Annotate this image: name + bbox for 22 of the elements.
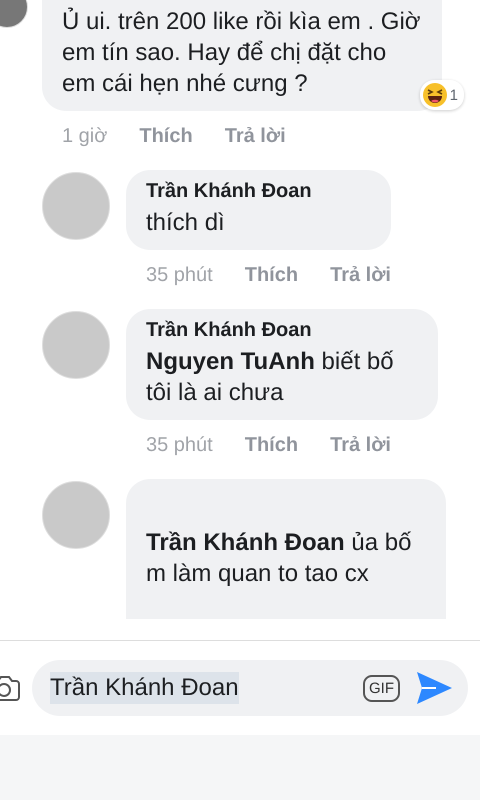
- laughing-emoji-icon: [422, 82, 448, 108]
- author-name[interactable]: Trần Khánh Đoan: [146, 319, 418, 342]
- like-link[interactable]: Thích: [244, 434, 298, 457]
- comment-time: 35 phút: [146, 264, 213, 287]
- comment-text: Nguyen TuAnh biết bố tôi là ai chưa: [146, 347, 395, 408]
- reply-link[interactable]: Trả lời: [330, 264, 391, 287]
- comment-text: thích dì: [146, 208, 226, 238]
- comment-time: 35 phút: [146, 434, 213, 457]
- comment-text: Trần Khánh Đoan ủa bố m làm quan to tao cx: [146, 528, 412, 589]
- reply-link[interactable]: Trả lời: [330, 434, 391, 457]
- camera-icon[interactable]: [0, 673, 22, 703]
- author-name[interactable]: Trần Khánh Đoan: [146, 180, 371, 203]
- reply-link[interactable]: Trả lời: [224, 125, 286, 148]
- like-link[interactable]: Thích: [244, 264, 298, 287]
- comment-time: 1 giờ: [62, 125, 108, 148]
- reaction-badge[interactable]: 1: [420, 80, 464, 110]
- gif-button[interactable]: GIF: [363, 674, 400, 702]
- like-link[interactable]: Thích: [139, 125, 193, 148]
- send-icon[interactable]: [414, 670, 454, 706]
- reaction-count: 1: [450, 86, 458, 104]
- comment-input-field[interactable]: Trần Khánh Đoan GIF: [32, 660, 468, 716]
- comment-text: Ủ ui. trên 200 like rồi kìa em . Giờ em tín sao. Hay để chị đặt cho em cái hẹn nhé cưng ?: [62, 6, 422, 99]
